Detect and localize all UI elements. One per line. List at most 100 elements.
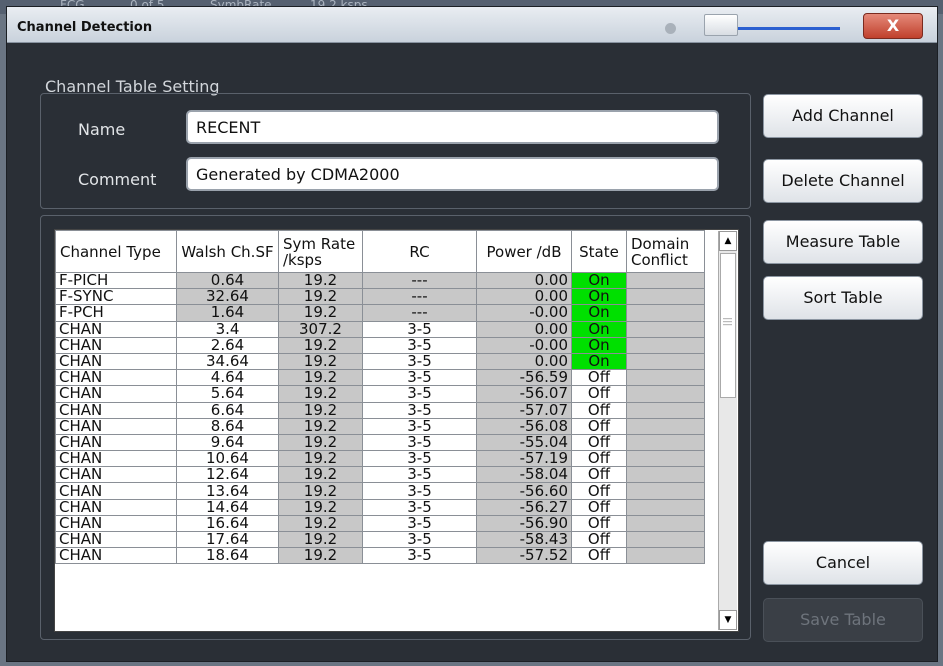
- close-button[interactable]: X: [863, 13, 923, 39]
- cell-rc[interactable]: 3-5: [362, 433, 477, 452]
- table-row[interactable]: CHAN 16.64 19.2 3-5 -56.90 Off: [55, 514, 705, 533]
- cell-walsh[interactable]: 18.64: [176, 547, 279, 565]
- cell-rc[interactable]: 3-5: [362, 401, 477, 419]
- cell-walsh[interactable]: 2.64: [176, 336, 279, 354]
- table-row[interactable]: CHAN 13.64 19.2 3-5 -56.60 Off: [55, 482, 705, 500]
- table-row[interactable]: CHAN 4.64 19.2 3-5 -56.59 Off: [55, 369, 705, 387]
- header-sym-rate[interactable]: Sym Rate /ksps: [278, 230, 363, 273]
- cell-state[interactable]: Off: [571, 450, 627, 468]
- cell-rc[interactable]: 3-5: [362, 450, 477, 468]
- cell-channel-type[interactable]: CHAN: [55, 417, 177, 435]
- scroll-up-arrow-icon[interactable]: ▲: [719, 231, 737, 251]
- header-walsh[interactable]: Walsh Ch.SF: [176, 230, 279, 273]
- delete-channel-button[interactable]: Delete Channel: [763, 159, 923, 203]
- cell-state[interactable]: On: [571, 336, 627, 354]
- save-table-button[interactable]: Save Table: [763, 598, 923, 642]
- cell-state[interactable]: Off: [571, 401, 627, 419]
- cell-channel-type[interactable]: CHAN: [55, 498, 177, 516]
- table-row[interactable]: F-PICH 0.64 19.2 --- 0.00 On: [55, 271, 705, 290]
- cell-walsh[interactable]: 8.64: [176, 417, 279, 435]
- table-scrollbar[interactable]: ▲ ― ― ― ▼: [718, 231, 737, 630]
- cell-walsh[interactable]: 10.64: [176, 450, 279, 468]
- cell-walsh[interactable]: 9.64: [176, 433, 279, 452]
- cell-channel-type[interactable]: CHAN: [55, 385, 177, 403]
- cell-channel-type[interactable]: CHAN: [55, 369, 177, 387]
- cell-state[interactable]: Off: [571, 385, 627, 403]
- cell-rc[interactable]: 3-5: [362, 385, 477, 403]
- table-row[interactable]: F-PCH 1.64 19.2 --- -0.00 On: [55, 304, 705, 322]
- name-input[interactable]: RECENT: [186, 110, 719, 144]
- cell-channel-type[interactable]: CHAN: [55, 336, 177, 354]
- scroll-down-arrow-icon[interactable]: ▼: [719, 610, 737, 630]
- cell-state[interactable]: Off: [571, 482, 627, 500]
- header-state[interactable]: State: [571, 230, 627, 273]
- table-row[interactable]: CHAN 14.64 19.2 3-5 -56.27 Off: [55, 498, 705, 516]
- cell-channel-type[interactable]: CHAN: [55, 433, 177, 452]
- cell-walsh[interactable]: 6.64: [176, 401, 279, 419]
- cell-channel-type[interactable]: CHAN: [55, 352, 177, 371]
- cell-state[interactable]: Off: [571, 498, 627, 516]
- cell-walsh[interactable]: 5.64: [176, 385, 279, 403]
- table-row[interactable]: CHAN 12.64 19.2 3-5 -58.04 Off: [55, 466, 705, 484]
- cell-walsh[interactable]: 4.64: [176, 369, 279, 387]
- header-rc[interactable]: RC: [362, 230, 477, 273]
- cell-rc[interactable]: 3-5: [362, 530, 477, 549]
- cell-channel-type[interactable]: CHAN: [55, 547, 177, 565]
- table-row[interactable]: CHAN 10.64 19.2 3-5 -57.19 Off: [55, 450, 705, 468]
- add-channel-button[interactable]: Add Channel: [763, 94, 923, 138]
- cell-channel-type[interactable]: CHAN: [55, 466, 177, 484]
- cell-rc[interactable]: 3-5: [362, 482, 477, 500]
- cell-rc[interactable]: 3-5: [362, 498, 477, 516]
- table-row[interactable]: CHAN 9.64 19.2 3-5 -55.04 Off: [55, 433, 705, 452]
- header-domain-conflict[interactable]: Domain Conflict: [626, 230, 705, 273]
- cell-state[interactable]: On: [571, 320, 627, 338]
- table-row[interactable]: CHAN 18.64 19.2 3-5 -57.52 Off: [55, 547, 705, 565]
- cell-rc[interactable]: 3-5: [362, 466, 477, 484]
- table-row[interactable]: CHAN 6.64 19.2 3-5 -57.07 Off: [55, 401, 705, 419]
- cell-rc[interactable]: 3-5: [362, 352, 477, 371]
- cell-rc[interactable]: 3-5: [362, 514, 477, 533]
- cell-state[interactable]: Off: [571, 530, 627, 549]
- sort-table-button[interactable]: Sort Table: [763, 276, 923, 320]
- cell-channel-type[interactable]: CHAN: [55, 530, 177, 549]
- cell-channel-type[interactable]: CHAN: [55, 450, 177, 468]
- transparency-slider-knob[interactable]: [704, 14, 738, 36]
- transparency-slider-track[interactable]: [738, 27, 840, 30]
- cell-state[interactable]: Off: [571, 433, 627, 452]
- cell-state[interactable]: Off: [571, 417, 627, 435]
- cell-state[interactable]: Off: [571, 369, 627, 387]
- cell-state[interactable]: On: [571, 288, 627, 306]
- cell-channel-type[interactable]: CHAN: [55, 482, 177, 500]
- table-row[interactable]: CHAN 34.64 19.2 3-5 0.00 On: [55, 352, 705, 371]
- cell-state[interactable]: On: [571, 352, 627, 371]
- cell-channel-type[interactable]: CHAN: [55, 514, 177, 533]
- header-power[interactable]: Power /dB: [476, 230, 572, 273]
- cell-state[interactable]: On: [571, 271, 627, 290]
- table-row[interactable]: CHAN 2.64 19.2 3-5 -0.00 On: [55, 336, 705, 354]
- cell-rc[interactable]: 3-5: [362, 417, 477, 435]
- comment-input[interactable]: Generated by CDMA2000: [186, 157, 719, 191]
- cell-walsh[interactable]: 16.64: [176, 514, 279, 533]
- cell-walsh[interactable]: 14.64: [176, 498, 279, 516]
- cell-channel-type[interactable]: F-SYNC: [55, 288, 177, 306]
- measure-table-button[interactable]: Measure Table: [763, 220, 923, 264]
- cell-state[interactable]: Off: [571, 466, 627, 484]
- cell-channel-type[interactable]: CHAN: [55, 401, 177, 419]
- cell-channel-type[interactable]: CHAN: [55, 320, 177, 338]
- cell-channel-type[interactable]: F-PICH: [55, 271, 177, 290]
- cell-walsh[interactable]: 13.64: [176, 482, 279, 500]
- cell-state[interactable]: On: [571, 304, 627, 322]
- cancel-button[interactable]: Cancel: [763, 541, 923, 585]
- cell-rc[interactable]: 3-5: [362, 336, 477, 354]
- cell-channel-type[interactable]: F-PCH: [55, 304, 177, 322]
- cell-rc[interactable]: 3-5: [362, 369, 477, 387]
- cell-rc[interactable]: 3-5: [362, 547, 477, 565]
- cell-state[interactable]: Off: [571, 547, 627, 565]
- table-row[interactable]: F-SYNC 32.64 19.2 --- 0.00 On: [55, 288, 705, 306]
- cell-walsh[interactable]: 12.64: [176, 466, 279, 484]
- cell-state[interactable]: Off: [571, 514, 627, 533]
- table-row[interactable]: CHAN 3.4 307.2 3-5 0.00 On: [55, 320, 705, 338]
- scroll-thumb[interactable]: ― ― ―: [720, 253, 736, 398]
- table-row[interactable]: CHAN 17.64 19.2 3-5 -58.43 Off: [55, 530, 705, 549]
- cell-rc[interactable]: 3-5: [362, 320, 477, 338]
